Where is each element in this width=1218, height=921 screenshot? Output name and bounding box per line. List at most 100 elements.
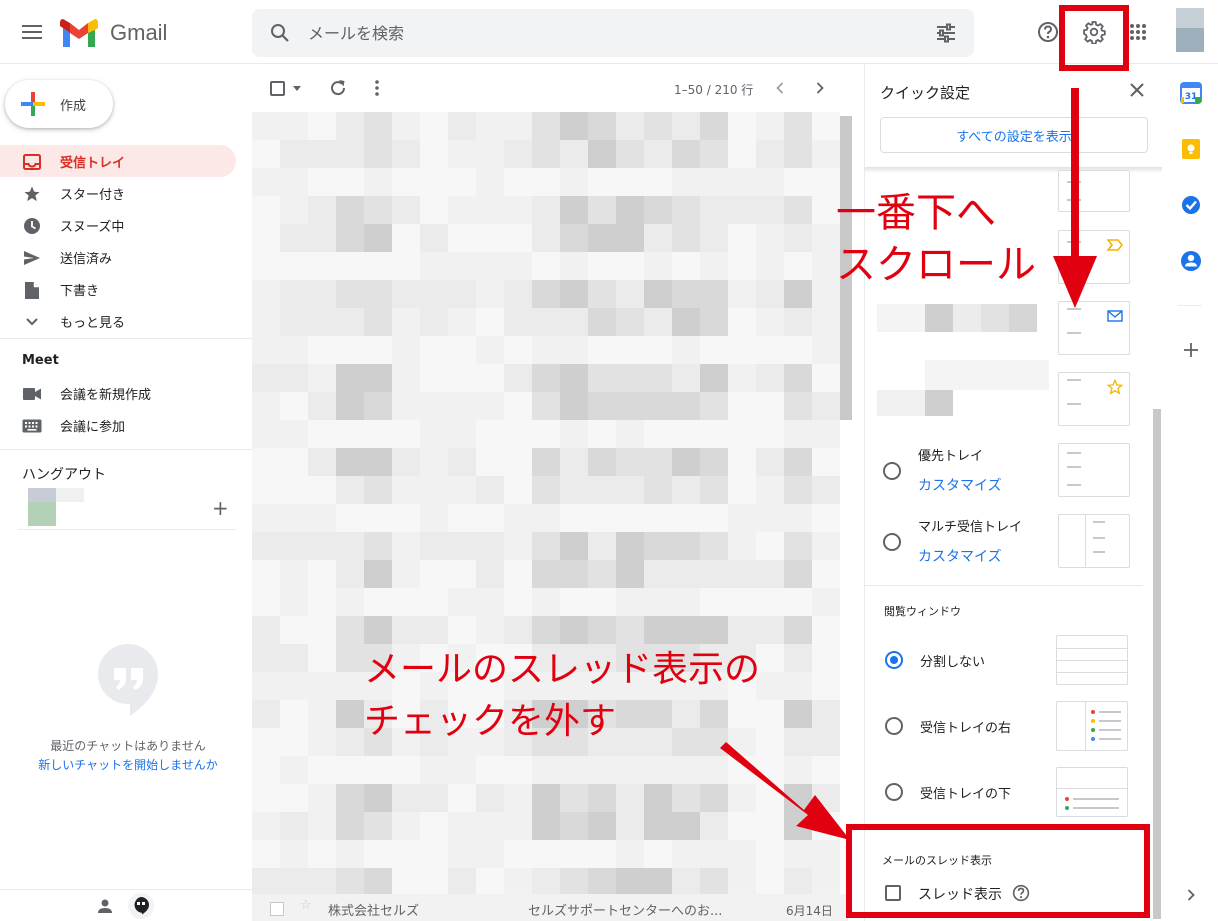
priority-inbox-radio[interactable]	[883, 462, 901, 480]
contacts-tab[interactable]	[92, 893, 118, 919]
redacted-block	[728, 700, 756, 728]
multiple-inboxes-radio[interactable]	[883, 533, 901, 551]
hangouts-avatar[interactable]	[28, 488, 84, 526]
tasks-icon[interactable]	[1180, 194, 1202, 216]
chevron-left-icon[interactable]	[770, 78, 790, 98]
multiple-inboxes-thumbnail[interactable]	[1058, 514, 1130, 568]
meet-new-meeting[interactable]: 会議を新規作成	[0, 377, 236, 409]
below-inbox-thumbnail[interactable]	[1056, 767, 1128, 817]
redacted-block	[756, 784, 784, 812]
redacted-block	[616, 224, 644, 252]
redacted-block	[252, 336, 280, 364]
no-split-thumbnail[interactable]	[1056, 635, 1128, 685]
mail-envelope-icon	[1107, 310, 1123, 322]
redacted-block	[308, 504, 336, 532]
nav-item-inbox[interactable]: 受信トレイ	[0, 145, 236, 177]
search-input[interactable]	[308, 21, 908, 45]
search-icon[interactable]	[268, 21, 292, 45]
redacted-block	[560, 168, 588, 196]
compose-button[interactable]: 作成	[5, 80, 113, 128]
main-menu-button[interactable]	[14, 14, 50, 50]
redacted-block	[616, 392, 644, 420]
redacted-block	[784, 560, 812, 588]
redacted-block	[252, 840, 280, 868]
quick-settings-scrollbar[interactable]	[1153, 409, 1161, 919]
redacted-block	[308, 616, 336, 644]
redacted-block	[588, 812, 616, 840]
redacted-block	[252, 112, 280, 140]
redacted-block	[308, 784, 336, 812]
more-vertical-icon[interactable]	[372, 78, 382, 98]
redacted-block	[364, 196, 392, 224]
keep-icon[interactable]	[1180, 138, 1202, 160]
calendar-icon[interactable]: 31	[1180, 82, 1202, 104]
contacts-icon[interactable]	[1180, 250, 1202, 272]
gmail-logo[interactable]: Gmail	[60, 16, 167, 50]
redacted-block	[532, 840, 560, 868]
redacted-block	[784, 588, 812, 616]
nav-item-sent[interactable]: 送信済み	[0, 241, 236, 273]
redacted-block	[616, 868, 644, 896]
nav-item-snoozed[interactable]: スヌーズ中	[0, 209, 236, 241]
close-icon[interactable]	[1127, 80, 1147, 100]
redacted-block	[252, 364, 280, 392]
meet-join-meeting[interactable]: 会議に参加	[0, 409, 236, 441]
redacted-block	[728, 420, 756, 448]
redacted-block	[420, 336, 448, 364]
refresh-icon[interactable]	[328, 78, 348, 98]
chevron-right-icon[interactable]	[1180, 884, 1202, 906]
star-icon[interactable]: ☆	[300, 898, 312, 913]
redacted-block	[728, 784, 756, 812]
redacted-block	[672, 196, 700, 224]
redacted-block	[756, 588, 784, 616]
redacted-block	[336, 448, 364, 476]
select-options-caret[interactable]	[293, 86, 301, 91]
priority-inbox-thumbnail[interactable]	[1058, 443, 1130, 497]
unread-first-thumbnail[interactable]	[1058, 301, 1130, 355]
nav-item-starred[interactable]: スター付き	[0, 177, 236, 209]
hangouts-tab[interactable]	[128, 893, 154, 919]
multiple-inboxes-customize-link[interactable]: カスタマイズ	[918, 546, 1002, 566]
account-avatar[interactable]	[1176, 8, 1204, 52]
quick-settings-title: クイック設定	[880, 84, 971, 102]
mail-row[interactable]: ☆ 株式会社セルズ セルズサポートセンターへのお... 6月14日	[252, 894, 848, 921]
redacted-block	[784, 672, 812, 700]
priority-inbox-customize-link[interactable]: カスタマイズ	[918, 475, 1002, 495]
redacted-block	[392, 560, 420, 588]
search-options-icon[interactable]	[934, 21, 958, 45]
see-all-settings-button[interactable]: すべての設定を表示	[880, 117, 1148, 153]
redacted-block	[420, 196, 448, 224]
redacted-block	[812, 532, 840, 560]
right-of-inbox-radio[interactable]	[885, 717, 903, 735]
redacted-block	[784, 532, 812, 560]
start-new-chat-link[interactable]: 新しいチャットを開始しませんか	[0, 756, 256, 773]
redacted-block	[532, 756, 560, 784]
redacted-block	[756, 252, 784, 280]
starred-first-thumbnail[interactable]	[1058, 372, 1130, 426]
new-conversation-plus-icon[interactable]: +	[212, 496, 229, 520]
select-all-checkbox[interactable]	[270, 81, 285, 96]
below-inbox-radio[interactable]	[885, 783, 903, 801]
nav-item-drafts[interactable]: 下書き	[0, 273, 236, 305]
redacted-block	[812, 504, 840, 532]
no-split-radio[interactable]	[885, 651, 903, 669]
redacted-block	[784, 840, 812, 868]
redacted-block	[280, 532, 308, 560]
redacted-block	[308, 448, 336, 476]
nav-item-more[interactable]: もっと見る	[0, 305, 236, 337]
redacted-block	[588, 756, 616, 784]
row-checkbox[interactable]	[270, 902, 284, 916]
redacted-block	[756, 840, 784, 868]
redacted-block	[476, 112, 504, 140]
chevron-right-icon[interactable]	[810, 78, 830, 98]
inbox-type-thumbnail[interactable]	[1058, 170, 1130, 212]
redacted-block	[728, 112, 756, 140]
redacted-block	[448, 532, 476, 560]
add-addon-plus-icon[interactable]	[1180, 339, 1202, 361]
right-of-inbox-thumbnail[interactable]	[1056, 701, 1128, 751]
redacted-block	[280, 112, 308, 140]
important-first-thumbnail[interactable]	[1058, 230, 1130, 284]
redacted-block	[728, 448, 756, 476]
redacted-block	[588, 560, 616, 588]
redacted-block	[756, 336, 784, 364]
